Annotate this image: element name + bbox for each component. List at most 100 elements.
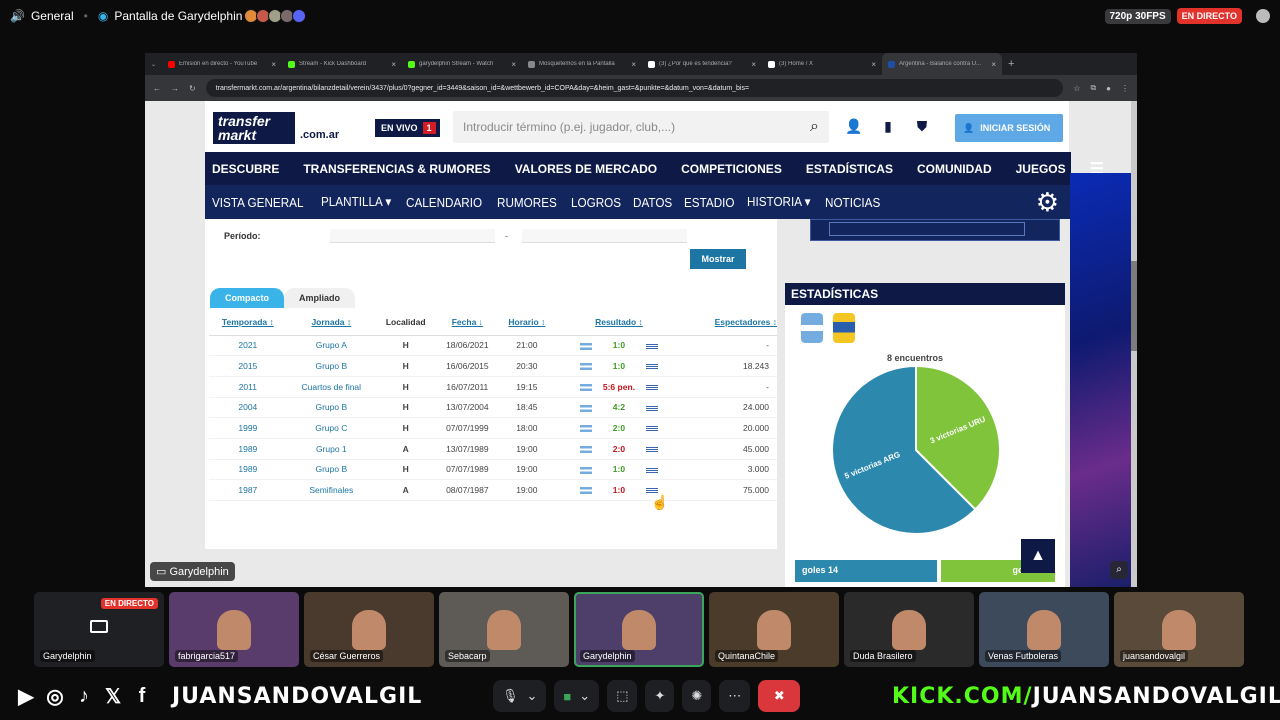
result-link[interactable]: 1:0	[596, 464, 642, 474]
column-header[interactable]: Fecha ↓	[435, 309, 500, 336]
round-link[interactable]: Grupo B	[286, 459, 376, 481]
column-header[interactable]: Resultado ↕	[554, 309, 684, 336]
round-link[interactable]: Semifinales	[286, 479, 376, 501]
browser-tab[interactable]: Mosquetemos en la Pantalla ×	[522, 53, 642, 75]
chevron-down-icon[interactable]: ⌄	[527, 688, 538, 704]
close-tab-icon[interactable]: ×	[631, 60, 636, 69]
column-header[interactable]: Espectadores ↕	[683, 309, 777, 336]
chat-icon[interactable]	[1256, 9, 1270, 23]
tab-compacto[interactable]: Compacto	[210, 288, 285, 308]
browser-tab[interactable]: garydelphin Stream - Watch ×	[402, 53, 522, 75]
browser-tab[interactable]: (3) ¿Por qué es tendencia? ×	[642, 53, 762, 75]
participant-tile[interactable]: César Guerreros	[304, 592, 434, 667]
activities-button[interactable]: ✦	[645, 680, 675, 712]
round-link[interactable]: Cuartos de final	[286, 376, 376, 398]
nav-item[interactable]: COMPETICIONES	[681, 162, 782, 176]
tm-logo[interactable]: transfer markt	[213, 112, 295, 144]
participant-tile[interactable]: QuintanaChile	[709, 592, 839, 667]
sub-nav-item[interactable]: ESTADIO	[684, 195, 734, 210]
sub-nav-item[interactable]: RUMORES	[497, 195, 557, 210]
nav-item[interactable]: VALORES DE MERCADO	[515, 162, 657, 176]
result-link[interactable]: 1:0	[596, 340, 642, 350]
zoom-icon[interactable]: ⌕	[1110, 561, 1128, 579]
round-link[interactable]: Grupo 1	[286, 438, 376, 460]
season-link[interactable]: 1989	[209, 438, 287, 460]
round-link[interactable]: Grupo B	[286, 397, 376, 419]
browser-tab[interactable]: Argentina - Balance contra U... ×	[882, 53, 1003, 75]
result-link[interactable]: 4:2	[596, 402, 642, 412]
new-tab-icon[interactable]: +	[1008, 58, 1014, 70]
participant-tile[interactable]: Duda Brasilero	[844, 592, 974, 667]
participant-tile[interactable]: juansandovalgil	[1114, 592, 1244, 667]
nav-item[interactable]: DESCUBRE	[212, 162, 279, 176]
nav-item[interactable]: TRANSFERENCIAS & RUMORES	[303, 162, 490, 176]
mostrar-button[interactable]: Mostrar	[690, 249, 746, 269]
profile-icon[interactable]: ●	[1106, 84, 1111, 93]
sub-nav-item[interactable]: DATOS	[633, 195, 672, 210]
season-link[interactable]: 1987	[209, 479, 287, 501]
column-header[interactable]: Temporada ↕	[209, 309, 287, 336]
en-vivo-button[interactable]: EN VIVO 1	[375, 119, 440, 137]
season-link[interactable]: 1989	[209, 459, 287, 481]
round-link[interactable]: Grupo C	[286, 417, 376, 439]
date-to-field[interactable]	[522, 229, 687, 243]
back-icon[interactable]: ←	[153, 84, 161, 93]
extensions-icon[interactable]: ⧉	[1090, 83, 1096, 93]
sub-nav-item[interactable]: CALENDARIO	[406, 195, 482, 210]
scrollbar[interactable]	[1131, 101, 1137, 587]
participant-tile[interactable]: Sebacarp	[439, 592, 569, 667]
participant-tile[interactable]: fabrigarcia517	[169, 592, 299, 667]
camera-button[interactable]: ■ ⌄	[554, 680, 600, 712]
close-tab-icon[interactable]: ×	[271, 60, 276, 69]
column-header[interactable]: Jornada ↕	[286, 309, 376, 336]
participant-tile[interactable]: EN DIRECTO Garydelphin	[34, 592, 164, 667]
participant-tile[interactable]: Garydelphin	[574, 592, 704, 667]
close-tab-icon[interactable]: ×	[751, 60, 756, 69]
effects-button[interactable]: ✺	[682, 680, 712, 712]
tab-ampliado[interactable]: Ampliado	[284, 288, 356, 308]
more-options-button[interactable]: ⋯	[719, 680, 751, 712]
chevron-down-icon[interactable]: ⌄	[579, 688, 590, 704]
scroll-top-button[interactable]: ▲	[1021, 539, 1055, 573]
sub-nav-item[interactable]: VISTA GENERAL	[212, 195, 303, 210]
result-link[interactable]: 1:0	[596, 485, 642, 495]
season-link[interactable]: 2021	[209, 335, 287, 357]
close-tab-icon[interactable]: ×	[511, 60, 516, 69]
reload-icon[interactable]: ↻	[189, 84, 196, 93]
menu-icon[interactable]: ⋮	[1121, 84, 1129, 93]
leave-call-button[interactable]: ✖	[758, 680, 801, 712]
season-link[interactable]: 2011	[209, 376, 287, 398]
tab-search-icon[interactable]: ⌄	[151, 61, 156, 68]
result-link[interactable]: 1:0	[596, 361, 642, 371]
participant-name: juansandovalgil	[1120, 650, 1189, 662]
avatar[interactable]	[292, 9, 307, 23]
season-link[interactable]: 2015	[209, 355, 287, 377]
season-link[interactable]: 1999	[209, 417, 287, 439]
date-from-field[interactable]	[330, 229, 495, 243]
url-field[interactable]: transfermarkt.com.ar/argentina/bilanzdet…	[205, 79, 1064, 97]
result-link[interactable]: 2:0	[596, 444, 642, 454]
viewer-avatars[interactable]	[244, 9, 307, 23]
column-header[interactable]: Horario ↕	[499, 309, 555, 336]
channel-name[interactable]: General	[31, 9, 74, 23]
browser-tab[interactable]: Stream - Kick Dashboard ×	[282, 53, 402, 75]
result-link[interactable]: 5:6 pen.	[596, 382, 642, 392]
participant-tile[interactable]: Venas Futboleras	[979, 592, 1109, 667]
sub-nav-item[interactable]: LOGROS	[571, 195, 621, 210]
browser-tab[interactable]: (3) Home / X ×	[762, 53, 882, 75]
round-link[interactable]: Grupo B	[286, 355, 376, 377]
close-tab-icon[interactable]: ×	[991, 60, 996, 69]
microphone-button[interactable]: 🎙 ⌄	[493, 680, 547, 712]
participant-video	[757, 610, 791, 650]
browser-tab[interactable]: Emisión en directo - YouTube ×	[162, 53, 282, 75]
forward-icon[interactable]: →	[171, 84, 179, 93]
sub-nav-item[interactable]: PLANTILLA ▾	[321, 194, 391, 210]
close-tab-icon[interactable]: ×	[391, 60, 396, 69]
season-link[interactable]: 2004	[209, 397, 287, 419]
search-input[interactable]: Introducir término (p.ej. jugador, club,…	[453, 111, 829, 143]
close-tab-icon[interactable]: ×	[871, 60, 876, 69]
share-screen-button[interactable]: ⬚	[607, 680, 638, 712]
round-link[interactable]: Grupo A	[286, 335, 376, 357]
result-link[interactable]: 2:0	[596, 423, 642, 433]
bookmark-star-icon[interactable]: ☆	[1073, 84, 1080, 93]
